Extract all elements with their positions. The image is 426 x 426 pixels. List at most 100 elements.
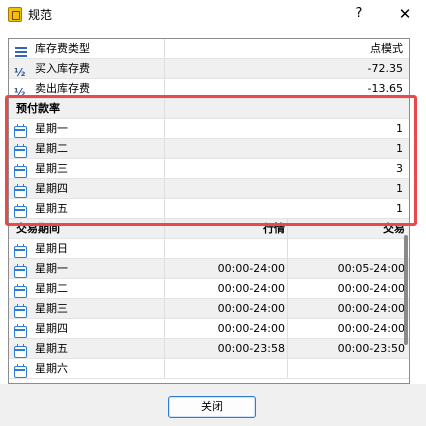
calendar-icon (14, 142, 27, 158)
column-divider (164, 39, 165, 58)
half-icon: ½ (14, 66, 26, 78)
list-row[interactable]: 星期四 1 (9, 179, 409, 199)
calendar-icon (14, 202, 27, 218)
row-label: 星期一 (35, 262, 68, 275)
row-label: 星期三 (35, 162, 68, 175)
value-cell: 点模式 (370, 42, 403, 55)
calendar-icon (14, 322, 27, 338)
column-divider (164, 139, 165, 158)
column-divider (164, 159, 165, 178)
column-divider (164, 359, 165, 378)
value-cell: 1 (396, 202, 403, 215)
section-header-row[interactable]: 预付款率 (9, 99, 409, 119)
trade-session-cell: 00:00-23:50 (337, 342, 405, 355)
name-cell: 星期四 (13, 179, 163, 198)
name-cell: 星期一 (13, 119, 163, 138)
trade-session-cell: 00:00-24:00 (337, 282, 405, 295)
section-title: 交易期间 (16, 222, 60, 235)
window-title: 规范 (28, 8, 53, 22)
value-cell: 1 (396, 122, 403, 135)
name-cell: 预付款率 (13, 99, 163, 118)
value-cell (179, 99, 403, 118)
column-divider (287, 259, 288, 278)
calendar-icon (14, 122, 27, 138)
column-divider (164, 99, 165, 118)
list-row[interactable]: 星期二 1 (9, 139, 409, 159)
row-label: 库存费类型 (35, 42, 90, 55)
close-button[interactable]: 关闭 (168, 396, 256, 418)
calendar-icon (14, 282, 27, 298)
trade-session-cell (291, 359, 405, 378)
calendar-icon (14, 362, 27, 378)
column-divider (287, 299, 288, 318)
section-header-row[interactable]: 交易期间 行情 交易 (9, 219, 409, 239)
name-cell: 星期二 (13, 139, 163, 158)
quote-column-header: 行情 (263, 222, 285, 235)
list-row[interactable]: ½ 卖出库存费 -13.65 (9, 79, 409, 99)
name-cell: ½ 卖出库存费 (13, 79, 163, 98)
column-divider (164, 319, 165, 338)
help-button[interactable]: ? (344, 0, 374, 28)
quote-session-cell: 00:00-24:00 (217, 262, 285, 275)
row-label: 星期一 (35, 122, 68, 135)
row-label: 买入库存费 (35, 62, 90, 75)
row-label: 星期三 (35, 302, 68, 315)
row-label: 星期六 (35, 362, 68, 375)
quote-session-cell: 00:00-24:00 (217, 322, 285, 335)
column-divider (164, 219, 165, 238)
name-cell: 交易期间 (13, 219, 163, 238)
trade-column-header: 交易 (383, 222, 405, 235)
column-divider (164, 339, 165, 358)
column-divider (164, 179, 165, 198)
list-row[interactable]: 星期五 00:00-23:58 00:00-23:50 (9, 339, 409, 359)
name-cell: 星期六 (13, 359, 163, 378)
trade-session-cell: 00:05-24:00 (337, 262, 405, 275)
list-row[interactable]: 星期日 (9, 239, 409, 259)
row-label: 星期二 (35, 282, 68, 295)
list-icon (14, 42, 27, 57)
name-cell: 星期三 (13, 299, 163, 318)
list-row[interactable]: 星期二 00:00-24:00 00:00-24:00 (9, 279, 409, 299)
list-row[interactable]: 星期五 1 (9, 199, 409, 219)
column-divider (164, 79, 165, 98)
list-row[interactable]: 星期六 (9, 359, 409, 379)
list-row[interactable]: ½ 买入库存费 -72.35 (9, 59, 409, 79)
column-divider (287, 319, 288, 338)
section-title: 预付款率 (16, 102, 60, 115)
list-row[interactable]: 星期一 00:00-24:00 00:05-24:00 (9, 259, 409, 279)
column-divider (287, 339, 288, 358)
list-row[interactable]: 库存费类型 点模式 (9, 39, 409, 59)
half-icon: ½ (14, 86, 26, 98)
specification-list[interactable]: 库存费类型 点模式 ½ 买入库存费 -72.35 ½ 卖出库存费 -13.65 预付款率星期一 1… (8, 38, 410, 384)
list-row[interactable]: 星期三 3 (9, 159, 409, 179)
column-divider (164, 259, 165, 278)
name-cell: 星期四 (13, 319, 163, 338)
name-cell: 星期五 (13, 199, 163, 218)
name-cell: 星期日 (13, 239, 163, 258)
calendar-icon (14, 182, 27, 198)
calendar-icon (14, 342, 27, 358)
quote-session-cell (179, 359, 285, 378)
column-divider (287, 239, 288, 258)
list-row[interactable]: 星期一 1 (9, 119, 409, 139)
calendar-icon (14, 262, 27, 278)
list-row[interactable]: 星期三 00:00-24:00 00:00-24:00 (9, 299, 409, 319)
vertical-scrollbar[interactable] (404, 235, 408, 345)
value-cell: -72.35 (367, 62, 403, 75)
list-row[interactable]: 星期四 00:00-24:00 00:00-24:00 (9, 319, 409, 339)
row-label: 星期二 (35, 142, 68, 155)
column-divider (164, 119, 165, 138)
quote-session-cell: 00:00-23:58 (217, 342, 285, 355)
column-divider (164, 199, 165, 218)
value-cell: 3 (396, 162, 403, 175)
app-icon (8, 7, 22, 22)
row-label: 卖出库存费 (35, 82, 90, 95)
value-cell: -13.65 (367, 82, 403, 95)
row-label: 星期四 (35, 182, 68, 195)
title-bar: 规范 ? ✕ (0, 0, 426, 30)
calendar-icon (14, 302, 27, 318)
trade-session-cell: 00:00-24:00 (337, 302, 405, 315)
trade-session-cell (291, 239, 405, 258)
close-window-button[interactable]: ✕ (390, 0, 420, 28)
name-cell: 星期五 (13, 339, 163, 358)
